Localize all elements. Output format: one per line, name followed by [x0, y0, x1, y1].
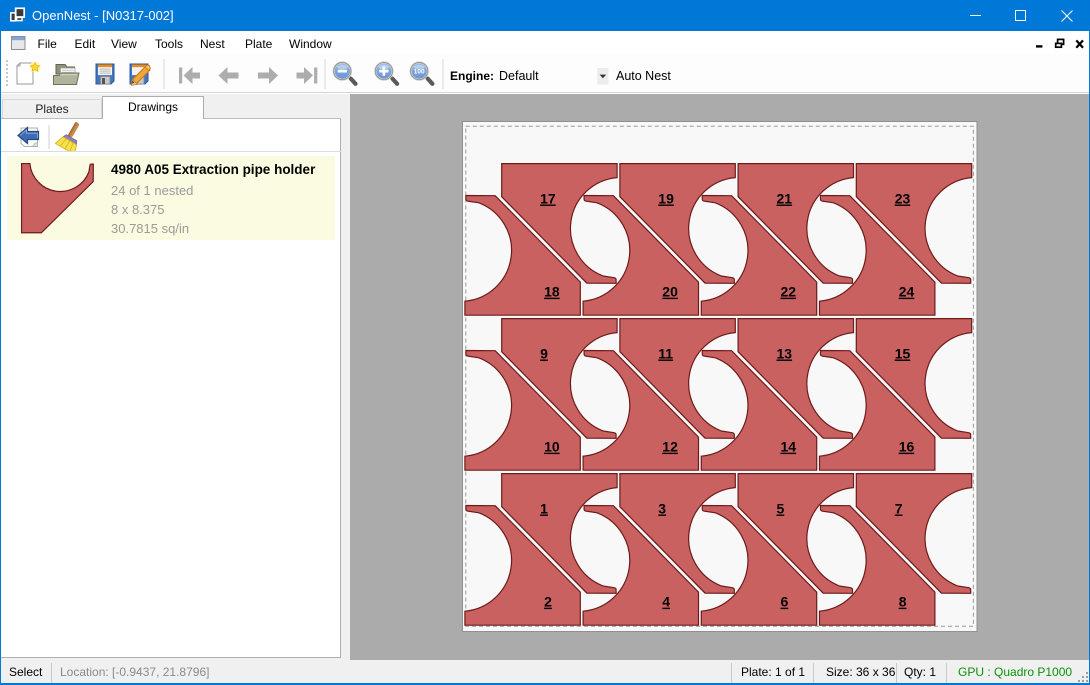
- svg-text:10: 10: [544, 438, 560, 454]
- svg-text:18: 18: [544, 283, 560, 299]
- svg-text:3: 3: [658, 500, 666, 516]
- svg-text:15: 15: [895, 345, 911, 361]
- svg-text:8: 8: [899, 593, 907, 609]
- svg-text:4: 4: [662, 593, 670, 609]
- svg-text:17: 17: [540, 190, 556, 206]
- svg-text:2: 2: [544, 593, 552, 609]
- svg-text:1: 1: [540, 500, 548, 516]
- svg-text:13: 13: [777, 345, 793, 361]
- svg-text:14: 14: [781, 438, 797, 454]
- svg-text:19: 19: [658, 190, 674, 206]
- svg-text:21: 21: [777, 190, 793, 206]
- svg-text:100: 100: [414, 69, 425, 76]
- svg-text:6: 6: [781, 593, 789, 609]
- svg-text:Auto Nest: Auto Nest: [616, 69, 671, 83]
- svg-text:Engine:: Engine:: [450, 69, 494, 83]
- svg-text:Default: Default: [499, 69, 539, 83]
- svg-text:7: 7: [895, 500, 903, 516]
- svg-text:23: 23: [895, 190, 911, 206]
- svg-text:24: 24: [899, 283, 915, 299]
- svg-text:12: 12: [662, 438, 678, 454]
- svg-text:16: 16: [899, 438, 915, 454]
- svg-text:11: 11: [658, 345, 673, 361]
- svg-text:5: 5: [777, 500, 785, 516]
- svg-text:22: 22: [781, 283, 797, 299]
- svg-text:9: 9: [540, 345, 548, 361]
- svg-text:20: 20: [662, 283, 678, 299]
